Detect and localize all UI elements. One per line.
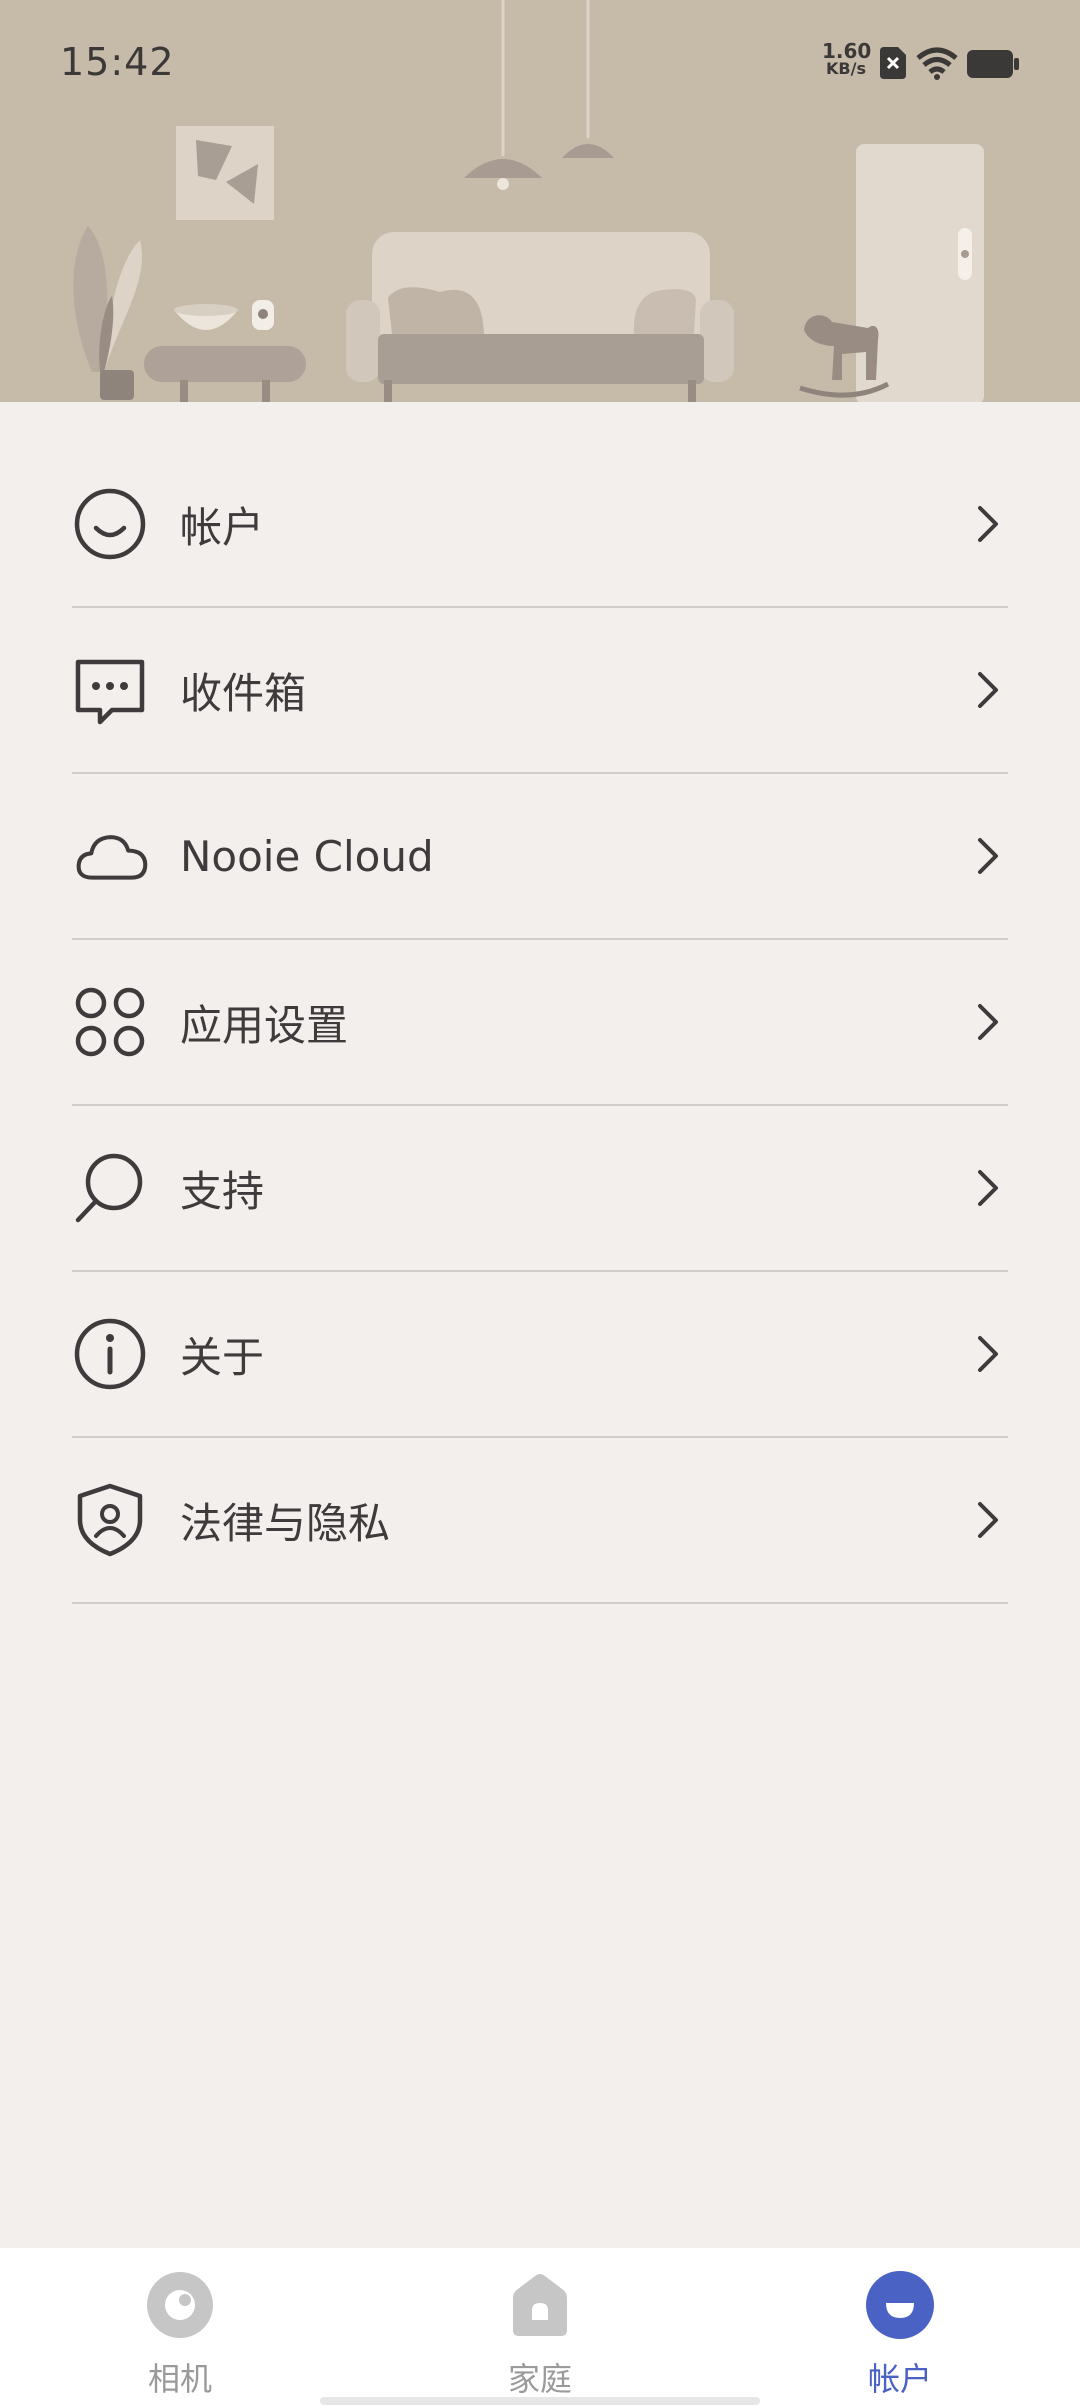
tab-camera[interactable]: 相机 xyxy=(0,2248,360,2408)
search-icon xyxy=(72,1150,148,1226)
menu-item-label: 帐户 xyxy=(180,502,265,552)
bottom-tab-bar: 相机 家庭 帐户 xyxy=(0,2248,1080,2408)
status-time: 15:42 xyxy=(60,40,175,84)
chevron-right-icon xyxy=(978,838,998,874)
tab-label: 家庭 xyxy=(507,2360,572,2398)
chevron-right-icon xyxy=(978,672,998,708)
shield-user-icon xyxy=(72,1482,148,1558)
tab-label: 相机 xyxy=(147,2360,212,2398)
sim-off-icon xyxy=(880,47,906,79)
smile-face-icon xyxy=(72,486,148,562)
status-bar: 15:42 1.60 KB/s xyxy=(0,0,1080,130)
account-menu: 帐户 收件箱 Nooie Cloud 应用设置 支持 关于 法律与隐私 xyxy=(72,442,1008,1604)
menu-item-cloud[interactable]: Nooie Cloud xyxy=(72,774,1008,940)
network-speed-unit: KB/s xyxy=(826,59,866,78)
chevron-right-icon xyxy=(978,1170,998,1206)
menu-item-support[interactable]: 支持 xyxy=(72,1106,1008,1272)
menu-item-account[interactable]: 帐户 xyxy=(72,442,1008,608)
tab-home[interactable]: 家庭 xyxy=(360,2248,720,2408)
menu-item-legal-privacy[interactable]: 法律与隐私 xyxy=(72,1438,1008,1604)
info-icon xyxy=(72,1316,148,1392)
network-speed-value: 1.60 xyxy=(822,39,872,63)
network-speed: 1.60 KB/s xyxy=(822,39,872,78)
account-icon xyxy=(866,2271,934,2339)
menu-item-label: Nooie Cloud xyxy=(180,831,434,881)
home-icon xyxy=(513,2274,567,2336)
message-bubble-icon xyxy=(72,652,148,728)
menu-item-label: 收件箱 xyxy=(180,668,307,718)
four-circles-icon xyxy=(72,984,148,1060)
camera-lens-icon xyxy=(147,2272,213,2338)
menu-item-inbox[interactable]: 收件箱 xyxy=(72,608,1008,774)
battery-icon xyxy=(967,50,1019,78)
chevron-right-icon xyxy=(978,506,998,542)
tab-account[interactable]: 帐户 xyxy=(720,2248,1080,2408)
menu-item-app-settings[interactable]: 应用设置 xyxy=(72,940,1008,1106)
home-indicator[interactable] xyxy=(320,2397,760,2405)
cloud-icon xyxy=(72,818,148,894)
account-screen: 15:42 1.60 KB/s 帐户 收件箱 Nooie Cloud 应用设置 … xyxy=(0,0,1080,2408)
menu-item-label: 应用设置 xyxy=(180,1000,349,1050)
menu-item-label: 关于 xyxy=(180,1332,265,1382)
menu-item-label: 法律与隐私 xyxy=(180,1498,391,1548)
menu-item-about[interactable]: 关于 xyxy=(72,1272,1008,1438)
chevron-right-icon xyxy=(978,1336,998,1372)
chevron-right-icon xyxy=(978,1502,998,1538)
wifi-icon xyxy=(916,47,958,80)
tab-label: 帐户 xyxy=(867,2360,932,2398)
menu-item-label: 支持 xyxy=(180,1166,265,1216)
chevron-right-icon xyxy=(978,1004,998,1040)
